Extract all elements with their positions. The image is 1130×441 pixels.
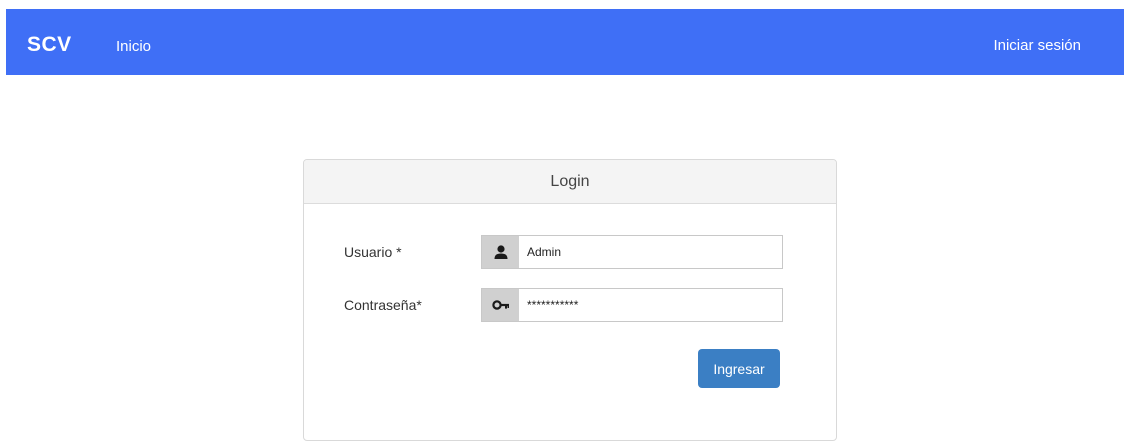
password-input-group [481,288,783,322]
brand-logo[interactable]: SCV [27,33,72,57]
password-input[interactable] [519,289,782,321]
username-input-group [481,235,783,269]
user-icon [482,236,519,268]
key-icon [482,289,519,321]
username-label: Usuario * [344,244,402,260]
password-row: Contraseña* [304,288,836,324]
login-card: Login Usuario * Contraseña* [303,159,837,441]
password-label: Contraseña* [344,297,422,313]
top-navbar: SCV Inicio Iniciar sesión [6,9,1124,75]
nav-link-login[interactable]: Iniciar sesión [993,37,1081,55]
nav-link-home[interactable]: Inicio [116,38,151,56]
username-input[interactable] [519,236,782,268]
username-row: Usuario * [304,235,836,271]
submit-button[interactable]: Ingresar [698,349,780,388]
login-card-title: Login [304,160,836,204]
